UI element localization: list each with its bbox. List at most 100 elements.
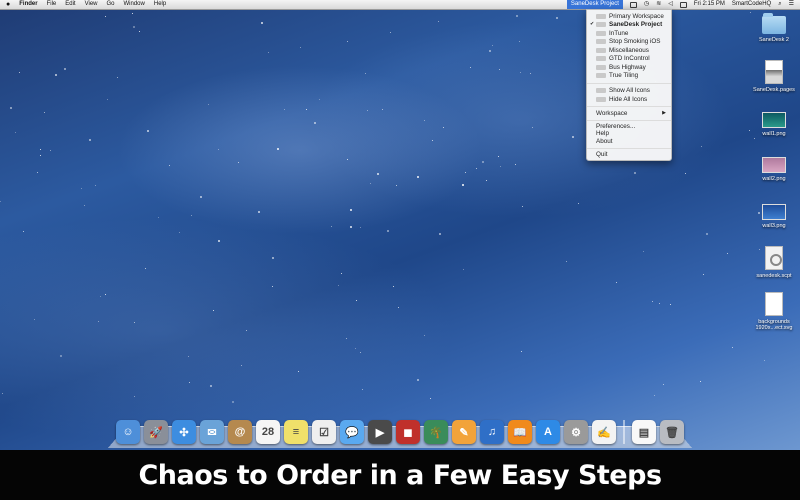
star-decoration: [306, 109, 307, 110]
wifi-icon[interactable]: ≋: [656, 0, 661, 9]
desktop-icon-image[interactable]: wall3.png: [749, 204, 799, 229]
workspace-badge: [596, 56, 606, 61]
desktop-icon-document[interactable]: SaneDesk.pages: [749, 60, 799, 93]
desktop-icon-folder[interactable]: SaneDesk 2: [749, 13, 799, 43]
quit-item[interactable]: Quit: [587, 150, 671, 159]
battery-icon[interactable]: [679, 1, 687, 8]
star-decoration: [81, 188, 82, 189]
star-decoration: [346, 338, 347, 339]
menu-go[interactable]: Go: [107, 0, 115, 9]
star-decoration: [443, 127, 444, 128]
star-decoration: [396, 185, 397, 186]
menu-file[interactable]: File: [47, 0, 57, 9]
action-badge: [596, 97, 606, 102]
workspace-item[interactable]: Stop Smoking iOS: [587, 37, 671, 46]
star-decoration: [100, 296, 101, 297]
menu-help[interactable]: Help: [154, 0, 166, 9]
contacts-icon[interactable]: @: [228, 420, 252, 444]
star-decoration: [105, 16, 106, 17]
star-decoration: [367, 110, 368, 111]
iphoto-icon[interactable]: 🌴: [424, 420, 448, 444]
desktop-icon-image[interactable]: wall1.png: [749, 112, 799, 137]
star-decoration: [387, 230, 389, 232]
star-decoration: [556, 17, 558, 19]
star-decoration: [515, 164, 516, 165]
launchpad-icon[interactable]: 🚀: [144, 420, 168, 444]
star-decoration: [532, 127, 533, 128]
star-decoration: [365, 73, 366, 74]
desktop-icon-label: wall2.png: [762, 176, 786, 182]
trash-icon[interactable]: 🗑: [660, 420, 684, 444]
calendar-icon[interactable]: 28: [256, 420, 280, 444]
desktop-icon-label: wall1.png: [762, 131, 786, 137]
workspace-label: SaneDesk Project: [609, 21, 663, 28]
apple-menu-icon[interactable]: ●: [6, 0, 10, 9]
documents-stack-icon[interactable]: ▤: [632, 420, 656, 444]
star-decoration: [355, 348, 356, 349]
star-decoration: [213, 310, 214, 311]
facetime-icon[interactable]: ▶: [368, 420, 392, 444]
ibooks-icon[interactable]: 📖: [508, 420, 532, 444]
workspace-item[interactable]: GTD InControl: [587, 54, 671, 63]
image-thumbnail-icon: [762, 157, 786, 173]
star-decoration: [44, 112, 45, 113]
desktop-icon-image[interactable]: wall2.png: [749, 157, 799, 182]
sanedesk-status-menu[interactable]: SaneDesk Project: [566, 0, 623, 9]
menu-window[interactable]: Window: [124, 0, 145, 9]
menu-clock[interactable]: Fri 2:15 PM: [694, 0, 725, 9]
workspace-item-selected[interactable]: ✔ SaneDesk Project: [587, 20, 671, 29]
star-decoration: [417, 379, 419, 381]
spotlight-icon[interactable]: ⌕: [778, 0, 781, 9]
folder-icon: [762, 13, 786, 34]
reminders-icon[interactable]: ☑: [312, 420, 336, 444]
show-all-icons-item[interactable]: Show All Icons: [587, 86, 671, 95]
star-decoration: [350, 209, 352, 211]
image-thumbnail-icon: [762, 112, 786, 128]
workspace-label: GTD InControl: [609, 55, 650, 62]
dock-separator: [623, 420, 625, 444]
star-decoration: [272, 286, 273, 287]
star-decoration: [519, 41, 520, 42]
star-decoration: [616, 282, 617, 283]
itunes-icon[interactable]: ♫: [480, 420, 504, 444]
star-decoration: [210, 385, 212, 387]
checkmark-icon: ✔: [590, 21, 595, 27]
hide-all-icons-item[interactable]: Hide All Icons: [587, 95, 671, 104]
star-decoration: [520, 72, 521, 73]
menu-user[interactable]: SmartCodeHQ: [732, 0, 771, 9]
messages-icon[interactable]: 💬: [340, 420, 364, 444]
star-decoration: [40, 149, 41, 150]
textedit-icon[interactable]: ✍: [592, 420, 616, 444]
pages-icon[interactable]: ✎: [452, 420, 476, 444]
app-store-icon[interactable]: A: [536, 420, 560, 444]
star-decoration: [438, 21, 439, 22]
star-decoration: [84, 205, 85, 206]
workspace-submenu-item[interactable]: Workspace ▶: [587, 109, 671, 118]
display-icon[interactable]: [629, 1, 637, 8]
system-preferences-icon[interactable]: ⚙: [564, 420, 588, 444]
star-decoration: [347, 41, 348, 42]
menu-edit[interactable]: Edit: [65, 0, 75, 9]
photo-booth-icon[interactable]: ◼: [396, 420, 420, 444]
star-decoration: [530, 73, 531, 74]
star-decoration: [360, 227, 361, 228]
workspace-badge: [596, 31, 606, 36]
show-all-icons-label: Show All Icons: [609, 87, 650, 94]
star-decoration: [356, 300, 357, 301]
workspace-item[interactable]: True Tiling: [587, 71, 671, 80]
star-decoration: [134, 322, 135, 323]
volume-icon[interactable]: ◁: [668, 0, 673, 9]
notification-center-icon[interactable]: ☰: [789, 0, 794, 9]
about-item[interactable]: About: [587, 137, 671, 146]
star-decoration: [432, 140, 433, 141]
menu-app-name[interactable]: Finder: [19, 0, 37, 9]
desktop-icon-document[interactable]: backgrounds 1920x...ect.svg: [749, 292, 799, 331]
notes-icon[interactable]: ≡: [284, 420, 308, 444]
menu-view[interactable]: View: [85, 0, 98, 9]
desktop-icon-script[interactable]: sanedesk.scpt: [749, 246, 799, 279]
finder-icon[interactable]: ☺: [116, 420, 140, 444]
mail-icon[interactable]: ✉: [200, 420, 224, 444]
menu-bar: ● Finder File Edit View Go Window Help S…: [0, 0, 800, 10]
safari-icon[interactable]: ✣: [172, 420, 196, 444]
time-machine-icon[interactable]: ◷: [644, 0, 649, 9]
